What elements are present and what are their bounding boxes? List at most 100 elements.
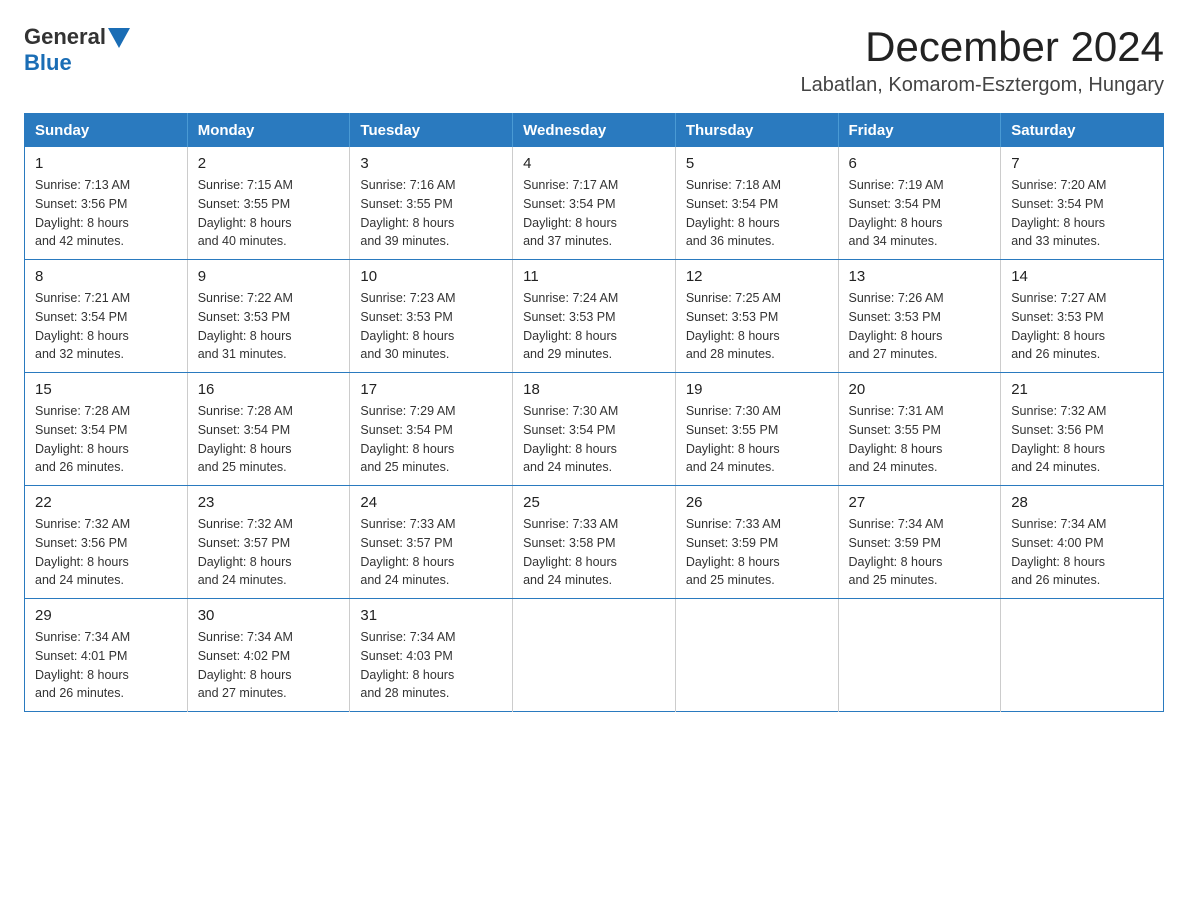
day-info: Sunrise: 7:30 AMSunset: 3:55 PMDaylight:… (686, 402, 828, 477)
calendar-cell: 13 Sunrise: 7:26 AMSunset: 3:53 PMDayligh… (838, 260, 1001, 373)
calendar-cell: 9Sunrise: 7:22 AMSunset: 3:53 PMDaylight… (187, 260, 350, 373)
weekday-header-wednesday: Wednesday (513, 114, 676, 148)
day-info: Sunrise: 7:33 AMSunset: 3:59 PMDaylight:… (686, 515, 828, 590)
logo-blue-text: Blue (24, 50, 72, 75)
calendar-cell: 6 Sunrise: 7:19 AMSunset: 3:54 PMDaylight… (838, 147, 1001, 260)
day-number: 3 (360, 155, 502, 172)
calendar-cell: 15 Sunrise: 7:28 AMSunset: 3:54 PMDayligh… (25, 373, 188, 486)
day-number: 15 (35, 381, 177, 398)
calendar-subtitle: Labatlan, Komarom-Esztergom, Hungary (801, 74, 1165, 97)
weekday-header-row: SundayMondayTuesdayWednesdayThursdayFrid… (25, 114, 1164, 148)
day-info: Sunrise: 7:13 AMSunset: 3:56 PMDaylight:… (35, 176, 177, 251)
day-number: 8 (35, 268, 177, 285)
day-number: 1 (35, 155, 177, 172)
calendar-cell: 25 Sunrise: 7:33 AMSunset: 3:58 PMDayligh… (513, 486, 676, 599)
day-info: Sunrise: 7:32 AMSunset: 3:56 PMDaylight:… (1011, 402, 1153, 477)
day-number: 7 (1011, 155, 1153, 172)
day-info: Sunrise: 7:30 AMSunset: 3:54 PMDaylight:… (523, 402, 665, 477)
day-number: 24 (360, 494, 502, 511)
day-info: Sunrise: 7:27 AMSunset: 3:53 PMDaylight:… (1011, 289, 1153, 364)
calendar-week-row: 1 Sunrise: 7:13 AMSunset: 3:56 PMDaylight… (25, 147, 1164, 260)
day-number: 13 (849, 268, 991, 285)
day-number: 10 (360, 268, 502, 285)
page-header: General Blue December 2024 Labatlan, Kom… (24, 24, 1164, 97)
weekday-header-tuesday: Tuesday (350, 114, 513, 148)
calendar-cell: 2Sunrise: 7:15 AMSunset: 3:55 PMDaylight… (187, 147, 350, 260)
day-number: 4 (523, 155, 665, 172)
day-info: Sunrise: 7:16 AMSunset: 3:55 PMDaylight:… (360, 176, 502, 251)
day-number: 12 (686, 268, 828, 285)
day-number: 14 (1011, 268, 1153, 285)
day-number: 29 (35, 607, 177, 624)
calendar-week-row: 22 Sunrise: 7:32 AMSunset: 3:56 PMDayligh… (25, 486, 1164, 599)
day-info: Sunrise: 7:20 AMSunset: 3:54 PMDaylight:… (1011, 176, 1153, 251)
calendar-cell: 19 Sunrise: 7:30 AMSunset: 3:55 PMDayligh… (675, 373, 838, 486)
day-number: 31 (360, 607, 502, 624)
day-info: Sunrise: 7:21 AMSunset: 3:54 PMDaylight:… (35, 289, 177, 364)
calendar-cell: 23Sunrise: 7:32 AMSunset: 3:57 PMDayligh… (187, 486, 350, 599)
calendar-cell (838, 599, 1001, 712)
logo-arrow-icon (108, 28, 130, 48)
calendar-cell: 20 Sunrise: 7:31 AMSunset: 3:55 PMDayligh… (838, 373, 1001, 486)
day-info: Sunrise: 7:29 AMSunset: 3:54 PMDaylight:… (360, 402, 502, 477)
day-number: 21 (1011, 381, 1153, 398)
weekday-header-monday: Monday (187, 114, 350, 148)
day-info: Sunrise: 7:31 AMSunset: 3:55 PMDaylight:… (849, 402, 991, 477)
calendar-cell: 10 Sunrise: 7:23 AMSunset: 3:53 PMDayligh… (350, 260, 513, 373)
day-number: 6 (849, 155, 991, 172)
day-info: Sunrise: 7:24 AMSunset: 3:53 PMDaylight:… (523, 289, 665, 364)
calendar-cell: 12 Sunrise: 7:25 AMSunset: 3:53 PMDayligh… (675, 260, 838, 373)
calendar-cell (513, 599, 676, 712)
calendar-cell: 28 Sunrise: 7:34 AMSunset: 4:00 PMDayligh… (1001, 486, 1164, 599)
weekday-header-saturday: Saturday (1001, 114, 1164, 148)
day-info: Sunrise: 7:23 AMSunset: 3:53 PMDaylight:… (360, 289, 502, 364)
day-number: 19 (686, 381, 828, 398)
day-info: Sunrise: 7:34 AMSunset: 4:00 PMDaylight:… (1011, 515, 1153, 590)
calendar-title: December 2024 (801, 24, 1165, 70)
day-number: 30 (198, 607, 340, 624)
calendar-cell: 16 Sunrise: 7:28 AMSunset: 3:54 PMDayligh… (187, 373, 350, 486)
day-number: 18 (523, 381, 665, 398)
day-info: Sunrise: 7:26 AMSunset: 3:53 PMDaylight:… (849, 289, 991, 364)
calendar-cell: 3 Sunrise: 7:16 AMSunset: 3:55 PMDaylight… (350, 147, 513, 260)
calendar-cell: 26Sunrise: 7:33 AMSunset: 3:59 PMDayligh… (675, 486, 838, 599)
day-number: 2 (198, 155, 340, 172)
day-info: Sunrise: 7:18 AMSunset: 3:54 PMDaylight:… (686, 176, 828, 251)
day-info: Sunrise: 7:33 AMSunset: 3:58 PMDaylight:… (523, 515, 665, 590)
day-number: 16 (198, 381, 340, 398)
day-info: Sunrise: 7:28 AMSunset: 3:54 PMDaylight:… (198, 402, 340, 477)
day-info: Sunrise: 7:28 AMSunset: 3:54 PMDaylight:… (35, 402, 177, 477)
day-number: 28 (1011, 494, 1153, 511)
day-info: Sunrise: 7:17 AMSunset: 3:54 PMDaylight:… (523, 176, 665, 251)
day-number: 17 (360, 381, 502, 398)
calendar-cell: 1 Sunrise: 7:13 AMSunset: 3:56 PMDaylight… (25, 147, 188, 260)
day-number: 27 (849, 494, 991, 511)
day-info: Sunrise: 7:34 AMSunset: 3:59 PMDaylight:… (849, 515, 991, 590)
weekday-header-friday: Friday (838, 114, 1001, 148)
calendar-cell: 27 Sunrise: 7:34 AMSunset: 3:59 PMDayligh… (838, 486, 1001, 599)
calendar-cell (1001, 599, 1164, 712)
day-info: Sunrise: 7:32 AMSunset: 3:56 PMDaylight:… (35, 515, 177, 590)
calendar-table: SundayMondayTuesdayWednesdayThursdayFrid… (24, 113, 1164, 712)
calendar-week-row: 15 Sunrise: 7:28 AMSunset: 3:54 PMDayligh… (25, 373, 1164, 486)
day-info: Sunrise: 7:34 AMSunset: 4:03 PMDaylight:… (360, 628, 502, 703)
calendar-cell: 21 Sunrise: 7:32 AMSunset: 3:56 PMDayligh… (1001, 373, 1164, 486)
day-number: 5 (686, 155, 828, 172)
weekday-header-sunday: Sunday (25, 114, 188, 148)
day-info: Sunrise: 7:34 AMSunset: 4:01 PMDaylight:… (35, 628, 177, 703)
day-info: Sunrise: 7:33 AMSunset: 3:57 PMDaylight:… (360, 515, 502, 590)
calendar-week-row: 29 Sunrise: 7:34 AMSunset: 4:01 PMDayligh… (25, 599, 1164, 712)
calendar-cell: 18 Sunrise: 7:30 AMSunset: 3:54 PMDayligh… (513, 373, 676, 486)
day-number: 25 (523, 494, 665, 511)
day-info: Sunrise: 7:25 AMSunset: 3:53 PMDaylight:… (686, 289, 828, 364)
calendar-cell: 29 Sunrise: 7:34 AMSunset: 4:01 PMDayligh… (25, 599, 188, 712)
calendar-cell: 14 Sunrise: 7:27 AMSunset: 3:53 PMDayligh… (1001, 260, 1164, 373)
day-info: Sunrise: 7:32 AMSunset: 3:57 PMDaylight:… (198, 515, 340, 590)
calendar-week-row: 8 Sunrise: 7:21 AMSunset: 3:54 PMDaylight… (25, 260, 1164, 373)
logo: General Blue (24, 24, 130, 76)
day-number: 22 (35, 494, 177, 511)
weekday-header-thursday: Thursday (675, 114, 838, 148)
day-number: 20 (849, 381, 991, 398)
day-info: Sunrise: 7:19 AMSunset: 3:54 PMDaylight:… (849, 176, 991, 251)
calendar-cell: 17 Sunrise: 7:29 AMSunset: 3:54 PMDayligh… (350, 373, 513, 486)
